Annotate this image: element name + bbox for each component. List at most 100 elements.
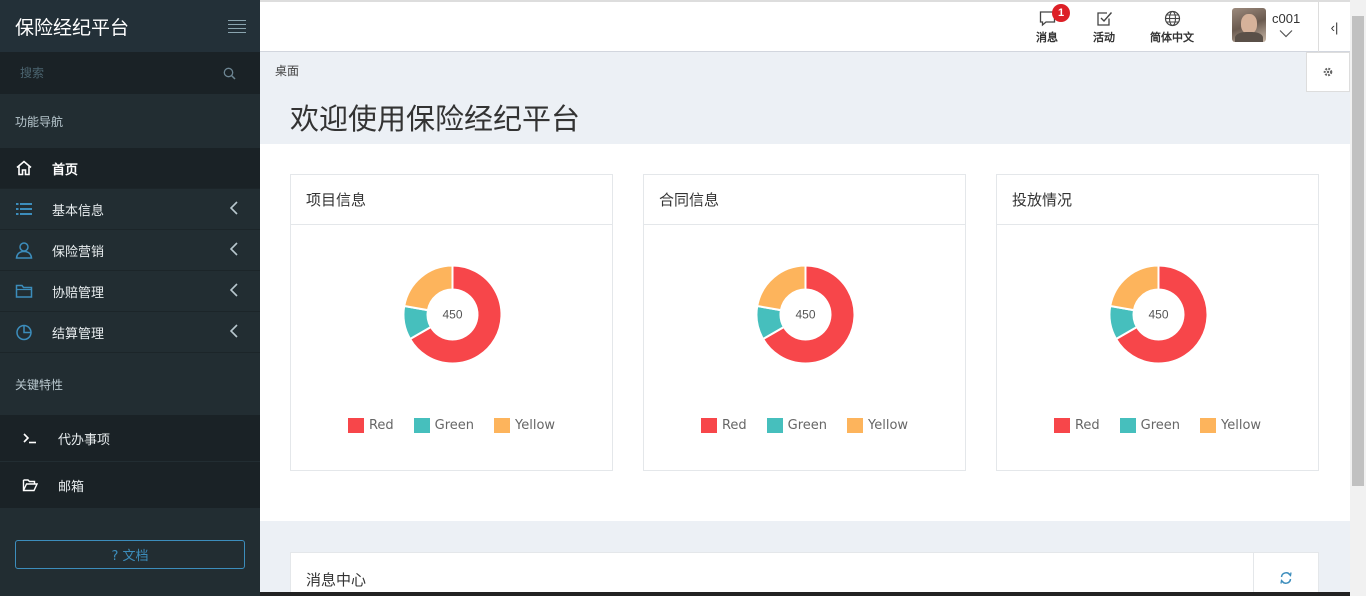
main-content: 桌面 欢迎使用保险经纪平台 项目信息 450 Red Green Yellow 合同… — [260, 52, 1350, 596]
sidebar-item-insurance-marketing[interactable]: 保险营销 — [0, 230, 260, 271]
sidebar-item-mailbox[interactable]: 邮箱 — [0, 462, 260, 509]
sidebar-item-home[interactable]: 首页 — [0, 148, 260, 189]
legend-item-green[interactable]: Green — [766, 418, 827, 433]
activity-button[interactable]: 活动 — [1093, 10, 1115, 45]
top-header: 1 消息 活动 简体中文 c001 ‹| — [260, 0, 1350, 52]
donut-center-label: 450 — [795, 308, 815, 322]
card-title: 合同信息 — [644, 175, 965, 225]
legend-label: Yellow — [515, 418, 556, 433]
brand-bar: 保险经纪平台 — [0, 0, 260, 52]
breadcrumb: 桌面 — [275, 64, 300, 78]
sidebar-item-label: 保险营销 — [52, 244, 105, 260]
app-title: 保险经纪平台 — [15, 16, 130, 39]
card-title: 消息中心 — [306, 571, 367, 589]
donut-center-label: 450 — [1148, 308, 1168, 322]
chart-card-projects: 项目信息 450 Red Green Yellow — [290, 174, 613, 471]
donut-slice-yellow[interactable] — [1109, 264, 1160, 312]
legend-item-red[interactable]: Red — [1053, 418, 1100, 433]
page-scrollbar[interactable] — [1350, 0, 1366, 596]
legend-label: Red — [1074, 418, 1100, 433]
terminal-icon — [22, 430, 38, 446]
legend-swatch — [1119, 418, 1136, 433]
settings-button[interactable] — [1306, 52, 1350, 92]
legend-label: Red — [721, 418, 747, 433]
chart-card-contracts: 合同信息 450 Red Green Yellow — [643, 174, 966, 471]
chevron-down-icon — [1279, 30, 1293, 38]
refresh-icon — [1280, 572, 1292, 584]
legend-swatch — [766, 418, 783, 433]
legend-swatch — [347, 418, 364, 433]
language-button[interactable]: 简体中文 — [1150, 10, 1194, 45]
docs-button[interactable]: ? 文档 — [15, 540, 245, 569]
sidebar-item-label: 协赔管理 — [52, 285, 105, 301]
sidebar-item-todo[interactable]: 代办事项 — [0, 415, 260, 462]
features-section-title: 关键特性 — [15, 377, 64, 392]
avatar — [1232, 8, 1266, 42]
donut-slice-yellow[interactable] — [756, 264, 807, 312]
folder-open-icon — [22, 477, 38, 493]
card-title: 投放情况 — [997, 175, 1318, 225]
dashboard-panels: 项目信息 450 Red Green Yellow 合同信息 450 Red Gree… — [260, 144, 1350, 521]
sidebar-item-basic-info[interactable]: 基本信息 — [0, 189, 260, 230]
sidebar-item-label: 结算管理 — [52, 326, 105, 342]
legend-label: Green — [434, 418, 475, 433]
activity-label: 活动 — [1093, 31, 1115, 44]
refresh-button[interactable] — [1253, 553, 1318, 596]
chevron-left-icon — [230, 324, 238, 338]
legend-item-green[interactable]: Green — [413, 418, 475, 433]
legend-label: Yellow — [868, 418, 909, 433]
nav-section-title: 功能导航 — [0, 94, 260, 148]
pie-icon — [15, 323, 33, 341]
checkbox-icon — [1096, 12, 1112, 26]
messages-label: 消息 — [1036, 31, 1058, 44]
donut-slice-yellow[interactable] — [403, 264, 454, 312]
legend-item-red[interactable]: Red — [347, 418, 394, 433]
legend-item-yellow[interactable]: Yellow — [494, 418, 555, 433]
legend-swatch — [1053, 418, 1070, 433]
donut-chart: 450 — [402, 264, 503, 365]
legend-label: Green — [1140, 418, 1181, 433]
sidebar: 保险经纪平台 功能导航 首页 基本信息 保险营销 协赔管理 — [0, 0, 260, 596]
card-title: 项目信息 — [291, 175, 612, 225]
search-icon[interactable] — [223, 67, 236, 80]
donut-center-label: 450 — [442, 308, 462, 322]
legend-swatch — [847, 418, 864, 433]
list-icon — [15, 200, 33, 218]
legend-item-yellow[interactable]: Yellow — [847, 418, 908, 433]
messages-badge: 1 — [1052, 4, 1070, 22]
legend-swatch — [494, 418, 511, 433]
user-icon — [15, 241, 33, 259]
search-input[interactable] — [20, 66, 200, 80]
scrollbar-thumb[interactable] — [1352, 16, 1364, 486]
bottom-edge — [260, 592, 1350, 596]
chevron-left-icon — [230, 283, 238, 297]
donut-chart: 450 — [755, 264, 856, 365]
legend-swatch — [413, 418, 430, 433]
username: c001 — [1272, 11, 1301, 26]
sidebar-item-claims[interactable]: 协赔管理 — [0, 271, 260, 312]
sidebar-item-label: 基本信息 — [52, 203, 105, 219]
sidebar-collapse-button[interactable]: ‹| — [1318, 2, 1350, 52]
menu-toggle-icon[interactable] — [228, 19, 246, 33]
messages-button[interactable]: 1 消息 — [1036, 4, 1070, 45]
legend-item-red[interactable]: Red — [700, 418, 747, 433]
legend-label: Red — [368, 418, 394, 433]
user-menu[interactable]: c001 — [1232, 8, 1300, 42]
globe-icon — [1164, 10, 1180, 27]
legend-item-yellow[interactable]: Yellow — [1200, 418, 1261, 433]
folder-icon — [15, 282, 33, 300]
chart-legend: Red Green Yellow — [644, 418, 965, 433]
sidebar-item-settlement[interactable]: 结算管理 — [0, 312, 260, 353]
legend-label: Yellow — [1221, 418, 1262, 433]
legend-item-green[interactable]: Green — [1119, 418, 1181, 433]
sidebar-item-label: 首页 — [52, 162, 79, 178]
donut-chart: 450 — [1108, 264, 1209, 365]
gear-icon — [1323, 67, 1333, 77]
language-label: 简体中文 — [1150, 31, 1194, 44]
chart-legend: Red Green Yellow — [997, 418, 1318, 433]
sidebar-item-label: 代办事项 — [58, 432, 111, 448]
page-title: 欢迎使用保险经纪平台 — [290, 102, 581, 136]
chart-legend: Red Green Yellow — [291, 418, 612, 433]
sidebar-item-label: 邮箱 — [58, 479, 85, 495]
home-icon — [15, 159, 33, 177]
